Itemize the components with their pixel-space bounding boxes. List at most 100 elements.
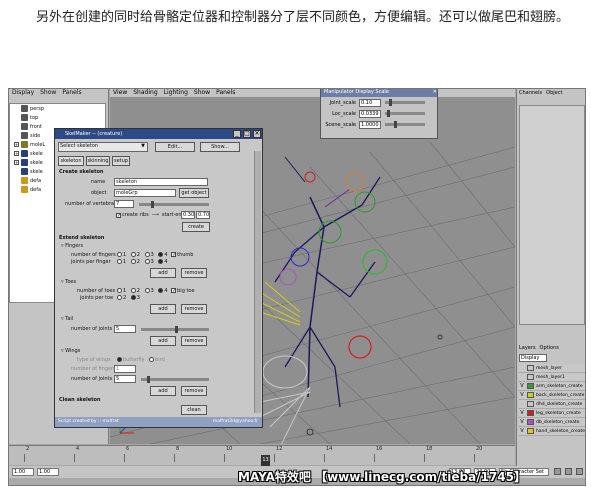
wings-joints-slider-handle[interactable] bbox=[147, 376, 150, 383]
tail-remove-button[interactable]: remove bbox=[181, 336, 207, 346]
wings-type-radio-bird[interactable] bbox=[149, 357, 155, 362]
tab-options[interactable]: Options bbox=[540, 344, 559, 352]
name-field[interactable]: skeleton bbox=[114, 178, 208, 186]
manipulator-slider-handle[interactable] bbox=[386, 110, 390, 117]
wings-joints-field[interactable]: 5 bbox=[114, 375, 136, 383]
fingers-add-button[interactable]: add bbox=[150, 268, 176, 278]
wings-type-radio-butterfly[interactable] bbox=[117, 357, 122, 362]
viewport-menu-view[interactable]: View bbox=[113, 89, 127, 97]
minimize-icon[interactable]: _ bbox=[233, 130, 241, 138]
manipulator-title-bar[interactable]: Manipulator Display Scale ✕ bbox=[321, 89, 437, 97]
dialog-scrollbar[interactable] bbox=[254, 151, 261, 413]
expand-icon[interactable]: + bbox=[14, 142, 19, 147]
tail-joints-slider[interactable] bbox=[141, 326, 209, 333]
manipulator-scale-window[interactable]: Manipulator Display Scale ✕ Joint_scale 0… bbox=[320, 89, 438, 139]
layer-color-swatch[interactable] bbox=[527, 392, 534, 398]
layer-color-swatch[interactable] bbox=[527, 365, 534, 371]
layer-visibility-toggle[interactable]: V bbox=[519, 383, 525, 389]
end-field[interactable]: 0.70 bbox=[196, 211, 210, 219]
layer-row[interactable]: Vback_skeleton_create bbox=[519, 391, 585, 400]
tab-layers[interactable]: Layers bbox=[519, 344, 536, 352]
dialog-title-bar[interactable]: SkelMaker -- (creature) _ □ ✕ bbox=[55, 129, 262, 139]
viewport-menu-panels[interactable]: Panels bbox=[216, 89, 235, 97]
skeleton-rig[interactable] bbox=[254, 156, 443, 444]
layer-color-swatch[interactable] bbox=[527, 401, 534, 407]
manipulator-slider-handle[interactable] bbox=[388, 99, 392, 106]
play-back-icon[interactable] bbox=[554, 468, 561, 475]
manipulator-row-slider[interactable] bbox=[385, 99, 425, 106]
toes-remove-button[interactable]: remove bbox=[181, 304, 207, 314]
vertebrae-field[interactable]: 7 bbox=[114, 200, 134, 208]
fingers-radio-4[interactable] bbox=[158, 252, 164, 257]
manipulator-row-slider[interactable] bbox=[385, 110, 425, 117]
finger-joints-radio-3[interactable] bbox=[144, 259, 150, 264]
current-frame-marker[interactable]: 13 bbox=[261, 455, 270, 466]
clean-button[interactable]: clean bbox=[181, 405, 207, 415]
outliner-menu-panels[interactable]: Panels bbox=[62, 89, 81, 97]
fingers-remove-button[interactable]: remove bbox=[181, 268, 207, 278]
maximize-icon[interactable]: □ bbox=[243, 130, 251, 138]
thumb-checkbox[interactable]: ✓ bbox=[171, 252, 176, 258]
toes-radio-4[interactable] bbox=[158, 288, 164, 293]
close-icon[interactable]: ✕ bbox=[253, 130, 261, 138]
skelmaker-dialog[interactable]: SkelMaker -- (creature) _ □ ✕ Select ske… bbox=[54, 128, 263, 428]
viewport-menu-lighting[interactable]: Lighting bbox=[164, 89, 188, 97]
layer-color-swatch[interactable] bbox=[527, 419, 534, 425]
layer-visibility-toggle[interactable]: V bbox=[519, 410, 525, 416]
manipulator-row-value[interactable]: 0.0339 bbox=[359, 109, 381, 118]
edit-button[interactable]: Edit... bbox=[155, 142, 195, 152]
object-field[interactable]: moleGrp bbox=[114, 189, 176, 197]
fingers-radio-3[interactable] bbox=[144, 252, 150, 257]
wings-joints-slider[interactable] bbox=[141, 376, 209, 383]
outliner-item[interactable]: +persp bbox=[10, 104, 105, 113]
manipulator-slider-handle[interactable] bbox=[394, 121, 398, 128]
tab-setup[interactable]: setup bbox=[112, 156, 130, 166]
time-slider[interactable]: 13 2 4 6 8 10 12 14 16 18 20 bbox=[9, 445, 515, 466]
layer-row[interactable]: mesh_layer bbox=[519, 364, 585, 373]
finger-joints-radio-2[interactable] bbox=[130, 259, 136, 264]
toes-add-button[interactable]: add bbox=[150, 304, 176, 314]
big-toe-checkbox[interactable]: ✓ bbox=[171, 288, 176, 294]
toe-joints-radio-3[interactable] bbox=[130, 295, 136, 300]
close-icon[interactable]: ✕ bbox=[433, 89, 437, 97]
manipulator-row-value[interactable]: 1.0000 bbox=[359, 120, 381, 129]
layer-color-swatch[interactable] bbox=[527, 374, 534, 380]
get-object-button[interactable]: get object bbox=[179, 188, 209, 198]
layer-row[interactable]: Varm_skeleton_create bbox=[519, 382, 585, 391]
create-button[interactable]: create bbox=[182, 222, 210, 232]
layer-row[interactable]: Vleg_skeleton_create bbox=[519, 409, 585, 418]
toes-radio-1[interactable] bbox=[117, 288, 122, 293]
step-forward-icon[interactable] bbox=[576, 468, 583, 475]
tail-joints-field[interactable]: 5 bbox=[114, 325, 136, 333]
tail-joints-slider-handle[interactable] bbox=[175, 326, 178, 333]
playback-start-field[interactable]: 1.00 bbox=[37, 468, 59, 476]
layer-type-select[interactable]: Display bbox=[519, 354, 547, 362]
wings-add-button[interactable]: add bbox=[150, 386, 176, 396]
layer-row[interactable]: dhd_skeleton_create bbox=[519, 400, 585, 409]
expand-icon[interactable]: + bbox=[14, 160, 19, 165]
toes-radio-3[interactable] bbox=[144, 288, 150, 293]
layer-color-swatch[interactable] bbox=[527, 383, 534, 389]
start-field[interactable]: 0.30 bbox=[181, 211, 195, 219]
layer-row[interactable]: mesh_layer1 bbox=[519, 373, 585, 382]
expand-icon[interactable]: + bbox=[14, 151, 19, 156]
tab-skinning[interactable]: skinning bbox=[86, 156, 110, 166]
layer-visibility-toggle[interactable]: V bbox=[519, 428, 525, 434]
layer-row[interactable]: Vhand_skeleton_create bbox=[519, 427, 585, 436]
wings-fingers-field[interactable]: 1 bbox=[114, 365, 136, 373]
viewport-menu-show[interactable]: Show bbox=[194, 89, 210, 97]
show-button[interactable]: Show... bbox=[200, 142, 240, 152]
skeleton-select[interactable]: Select skeleton ▼ bbox=[58, 142, 148, 152]
outliner-menu-display[interactable]: Display bbox=[12, 89, 34, 97]
layer-color-swatch[interactable] bbox=[527, 410, 534, 416]
play-forward-icon[interactable] bbox=[565, 468, 572, 475]
vertebrae-slider[interactable] bbox=[139, 201, 209, 208]
fingers-radio-1[interactable] bbox=[117, 252, 122, 257]
outliner-menu-show[interactable]: Show bbox=[40, 89, 56, 97]
tab-object[interactable]: Object bbox=[546, 89, 562, 97]
layer-row[interactable]: Vdb_skeleton_create bbox=[519, 418, 585, 427]
layer-color-swatch[interactable] bbox=[526, 428, 534, 434]
vertebrae-slider-handle[interactable] bbox=[151, 201, 154, 208]
manipulator-row-slider[interactable] bbox=[385, 121, 425, 128]
manipulator-row-value[interactable]: 0.10 bbox=[359, 98, 381, 107]
